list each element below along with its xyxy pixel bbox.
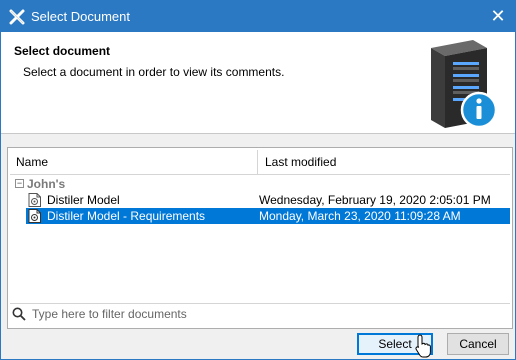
window-title: Select Document — [31, 9, 130, 24]
table-header: Name Last modified — [10, 150, 510, 175]
header-title: Select document — [14, 44, 111, 58]
document-name: Distiler Model - Requirements — [47, 209, 206, 223]
filter-bar — [10, 303, 510, 325]
close-button[interactable]: ✕ — [481, 1, 515, 32]
header-description: Select a document in order to view its c… — [23, 65, 285, 79]
dialog-header: Select document Select a document in ord… — [1, 32, 515, 134]
document-name: Distiler Model — [47, 193, 120, 207]
document-icon — [28, 209, 41, 223]
documents-table: Name Last modified − John's Distiler Mod… — [7, 147, 513, 329]
document-last-modified: Wednesday, February 19, 2020 2:05:01 PM — [259, 193, 491, 207]
group-row[interactable]: − John's — [10, 176, 510, 192]
table-row[interactable]: Distiler Model Wednesday, February 19, 2… — [10, 192, 510, 208]
select-document-dialog: Select Document ✕ Select document Select… — [0, 0, 516, 360]
column-header-last-modified[interactable]: Last modified — [259, 150, 510, 174]
server-info-icon — [431, 40, 498, 129]
document-last-modified: Monday, March 23, 2020 11:09:28 AM — [259, 209, 461, 223]
group-label: John's — [27, 177, 66, 191]
column-header-name[interactable]: Name — [10, 150, 258, 174]
search-icon — [12, 307, 26, 321]
document-icon — [28, 193, 41, 207]
mouse-cursor-icon — [415, 334, 431, 358]
title-bar[interactable]: Select Document ✕ — [1, 1, 515, 32]
filter-input[interactable] — [32, 305, 502, 323]
app-icon — [9, 9, 25, 25]
table-row-selected[interactable]: Distiler Model - Requirements Monday, Ma… — [10, 208, 510, 224]
collapse-toggle[interactable]: − — [15, 179, 24, 188]
cancel-button[interactable]: Cancel — [447, 333, 509, 355]
